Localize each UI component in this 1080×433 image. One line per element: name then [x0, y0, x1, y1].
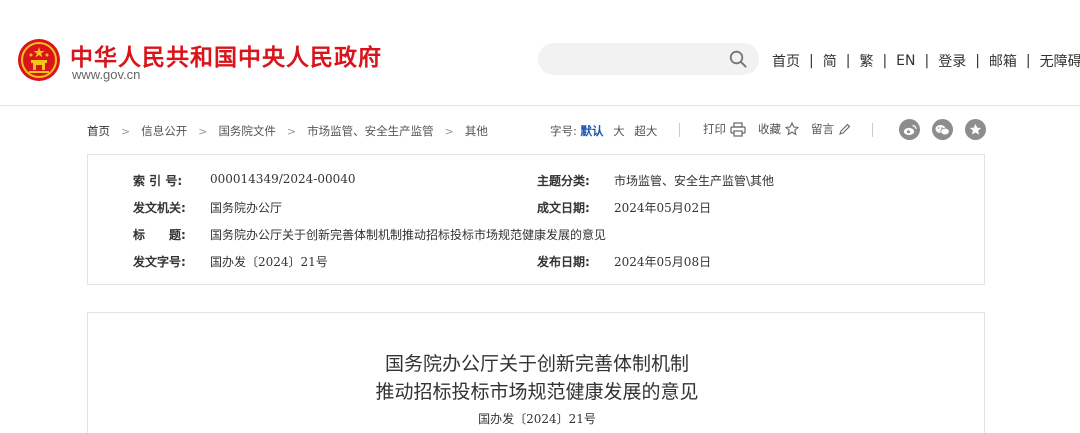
nav-accessibility[interactable]: 无障碍	[1040, 51, 1080, 71]
article-doc-number: 国办发〔2024〕21号	[478, 412, 596, 426]
wechat-glyph-icon	[935, 124, 950, 135]
chevron-right-icon: >	[198, 124, 208, 138]
nav-separator: |	[924, 53, 930, 69]
font-size-label: 字号:	[550, 124, 577, 138]
article-title-line-2: 推动招标投标市场规范健康发展的意见	[375, 381, 699, 403]
nav-simplified[interactable]: 简	[823, 51, 837, 71]
meta-topic-label: 主题分类:	[537, 174, 590, 188]
breadcrumb-state-council-docs[interactable]: 国务院文件	[218, 123, 276, 139]
favorite-button[interactable]: 收藏	[758, 121, 799, 137]
nav-separator: |	[809, 53, 814, 69]
pencil-icon	[839, 123, 851, 135]
font-size-large[interactable]: 大	[613, 124, 625, 138]
site-header: 中华人民共和国中央人民政府 www.gov.cn 首页 | 简 | 繁 | EN…	[0, 0, 1080, 106]
breadcrumb-market-regulation[interactable]: 市场监管、安全生产监管	[307, 123, 434, 139]
print-button[interactable]: 打印	[703, 121, 746, 137]
share-buttons	[899, 119, 998, 140]
national-emblem-icon[interactable]	[17, 38, 61, 82]
meta-index-value: 000014349/2024-00040	[210, 172, 356, 186]
breadcrumb-home[interactable]: 首页	[87, 123, 110, 139]
top-nav: 首页 | 简 | 繁 | EN | 登录 | 邮箱 | 无障碍	[772, 51, 1080, 71]
meta-pubdate-value: 2024年05月08日	[614, 255, 712, 269]
breadcrumb-bar: 首页 > 信息公开 > 国务院文件 > 市场监管、安全生产监管 > 其他 字号:…	[87, 119, 987, 141]
meta-docno-label: 发文字号:	[133, 255, 186, 269]
meta-date-value: 2024年05月02日	[614, 201, 712, 215]
nav-login[interactable]: 登录	[938, 51, 966, 71]
document-metadata: 索 引 号: 000014349/2024-00040 主题分类: 市场监管、安…	[87, 154, 985, 285]
breadcrumb: 首页 > 信息公开 > 国务院文件 > 市场监管、安全生产监管 > 其他	[87, 123, 488, 139]
wechat-icon[interactable]	[932, 119, 953, 140]
nav-english[interactable]: EN	[896, 53, 915, 69]
nav-separator: |	[845, 53, 851, 69]
comment-button[interactable]: 留言	[811, 121, 851, 137]
meta-date-label: 成文日期:	[537, 201, 590, 215]
star-icon	[785, 122, 799, 136]
meta-topic-value: 市场监管、安全生产监管\其他	[614, 174, 775, 188]
qzone-icon[interactable]	[965, 119, 986, 140]
page-tools: 打印 收藏 留言	[703, 121, 863, 137]
breadcrumb-info-public[interactable]: 信息公开	[141, 123, 187, 139]
article-title-line-1: 国务院办公厅关于创新完善体制机制	[384, 353, 689, 375]
print-label: 打印	[703, 122, 726, 136]
site-url[interactable]: www.gov.cn	[72, 67, 140, 82]
qzone-star-icon	[969, 123, 982, 135]
comment-label: 留言	[811, 122, 834, 136]
meta-pubdate-label: 发布日期:	[537, 255, 590, 269]
nav-mailbox[interactable]: 邮箱	[989, 51, 1017, 71]
font-size-default[interactable]: 默认	[581, 124, 604, 138]
meta-index-label: 索 引 号:	[133, 174, 183, 188]
article-body: 国务院办公厅关于创新完善体制机制 推动招标投标市场规范健康发展的意见 国办发〔2…	[87, 312, 985, 433]
chevron-right-icon: >	[121, 124, 131, 138]
breadcrumb-other[interactable]: 其他	[465, 123, 488, 139]
weibo-icon[interactable]	[899, 119, 920, 140]
search-box	[538, 43, 759, 75]
divider	[679, 123, 680, 137]
font-size-switcher: 字号: 默认 大 超大	[550, 123, 657, 139]
printer-icon	[730, 121, 746, 137]
meta-title-value: 国务院办公厅关于创新完善体制机制推动招标投标市场规范健康发展的意见	[210, 228, 607, 242]
nav-traditional[interactable]: 繁	[859, 51, 873, 71]
weibo-glyph-icon	[903, 124, 917, 135]
meta-title-label: 标 题:	[133, 228, 186, 242]
divider	[872, 123, 873, 137]
nav-separator: |	[882, 53, 888, 69]
nav-separator: |	[1025, 53, 1031, 69]
meta-issuer-value: 国务院办公厅	[210, 201, 283, 215]
chevron-right-icon: >	[444, 124, 454, 138]
chevron-right-icon: >	[286, 124, 297, 138]
search-input[interactable]	[552, 49, 722, 69]
font-size-xlarge[interactable]: 超大	[634, 124, 657, 138]
nav-separator: |	[975, 53, 980, 69]
search-icon[interactable]	[729, 50, 747, 68]
meta-issuer-label: 发文机关:	[133, 201, 186, 215]
favorite-label: 收藏	[758, 122, 781, 136]
nav-home[interactable]: 首页	[772, 51, 800, 71]
meta-docno-value: 国办发〔2024〕21号	[210, 255, 328, 269]
